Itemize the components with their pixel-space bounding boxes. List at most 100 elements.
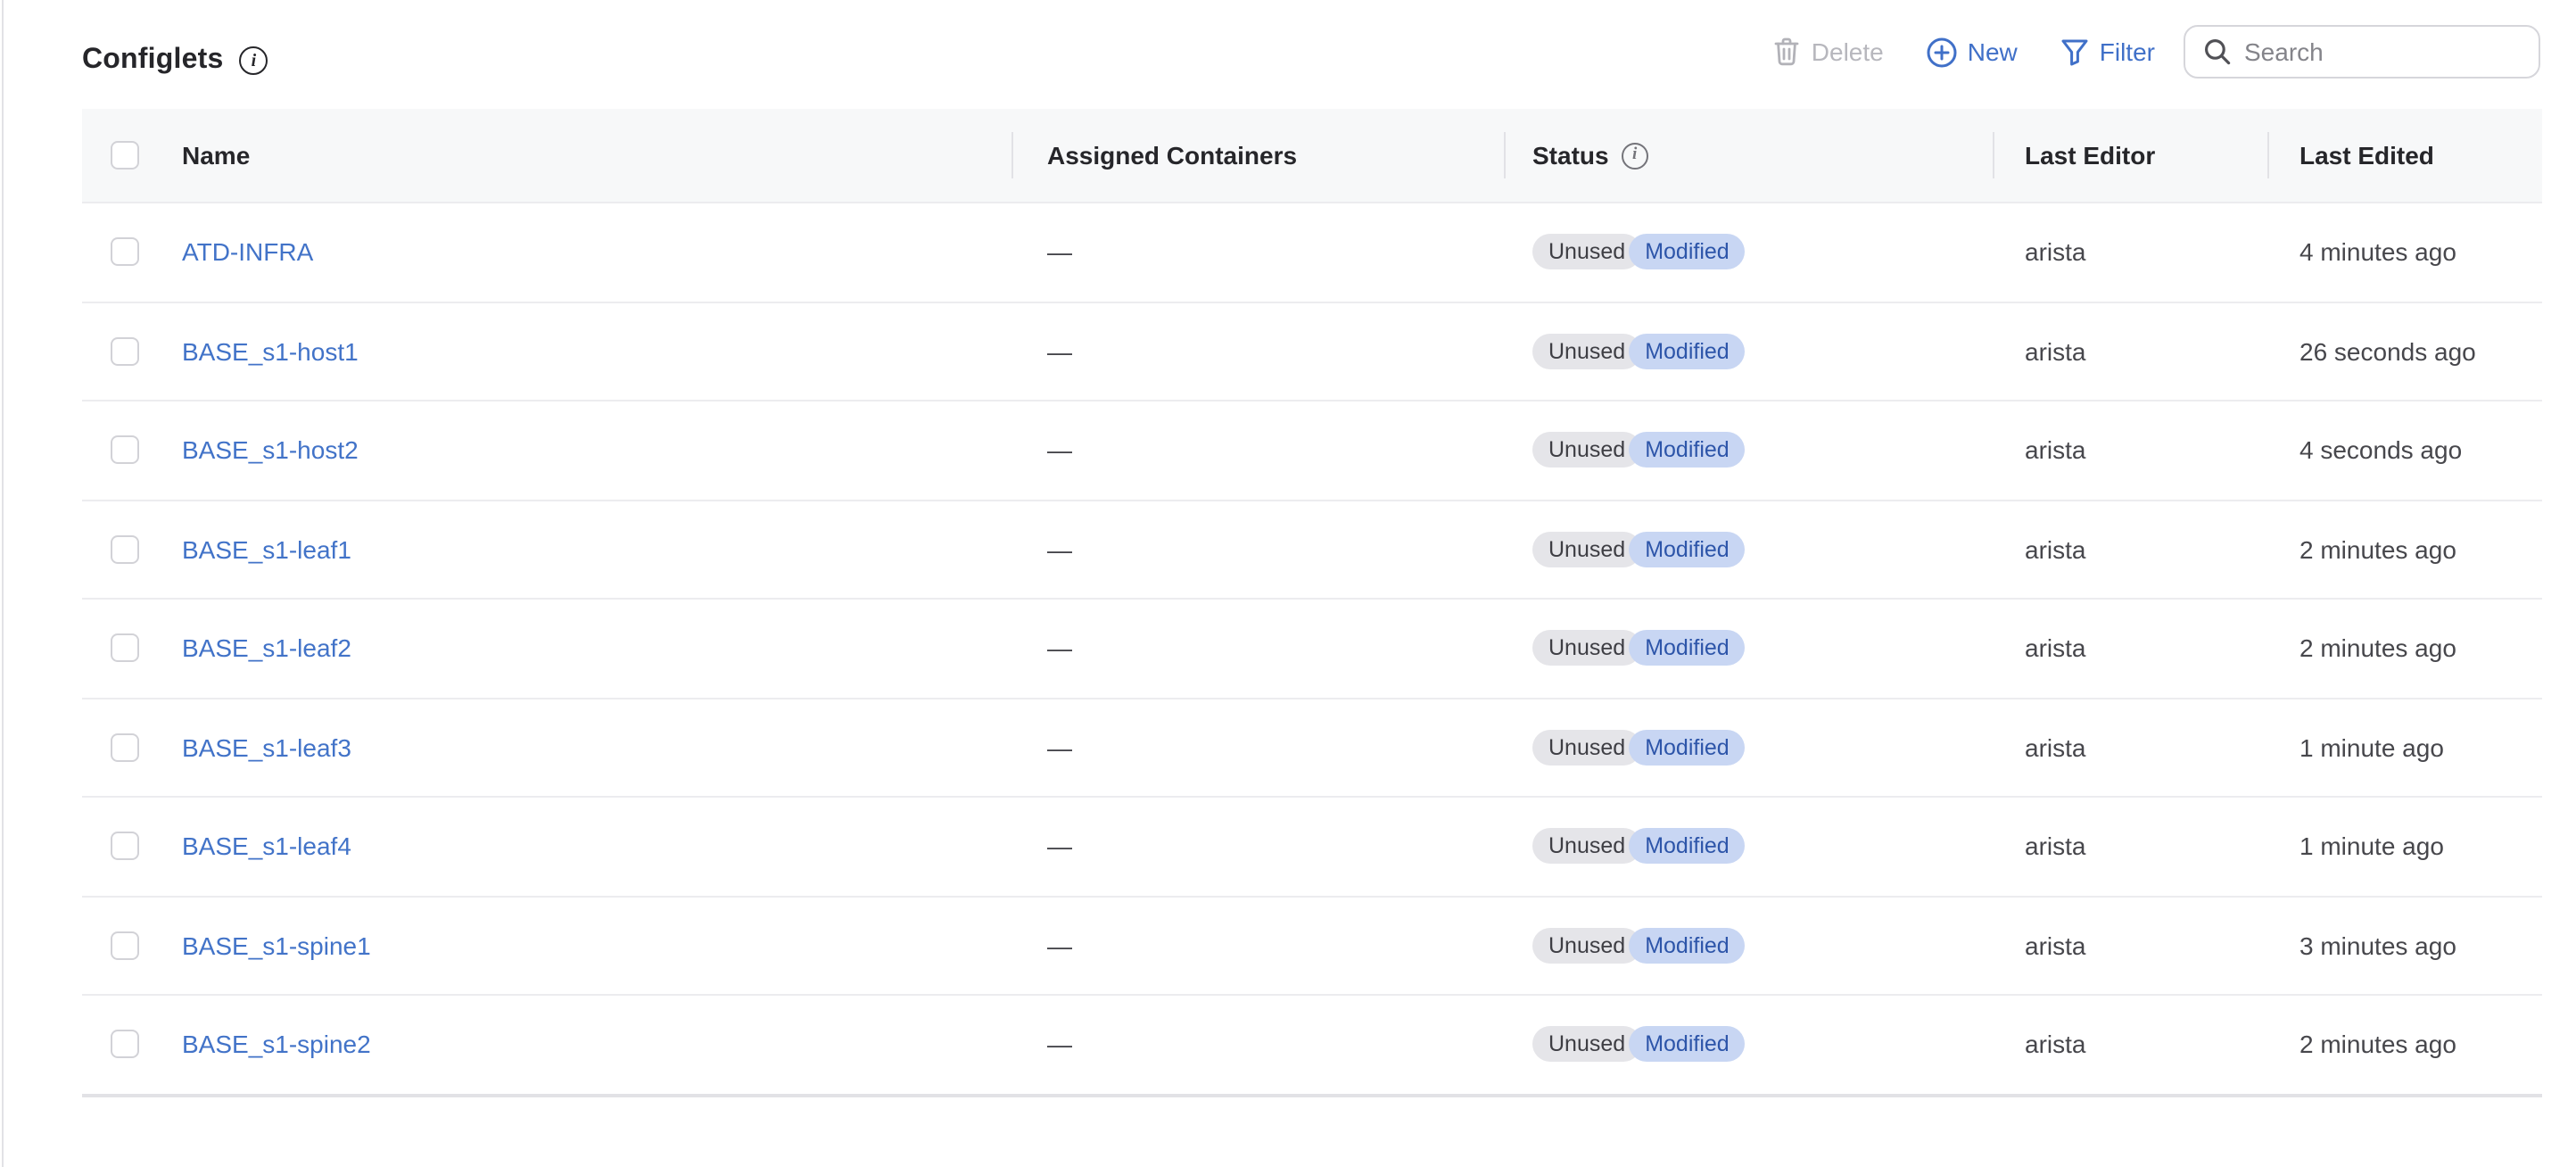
- last-edited-cell: 2 minutes ago: [2267, 1030, 2542, 1059]
- assigned-containers-cell: —: [1011, 436, 1504, 465]
- column-header-status[interactable]: Status i: [1504, 141, 1993, 170]
- assigned-containers-cell: —: [1011, 1030, 1504, 1059]
- trash-icon: [1774, 37, 1801, 66]
- status-cell: Unused Modified: [1504, 334, 1993, 369]
- row-checkbox[interactable]: [111, 337, 139, 366]
- configlets-table: Name Assigned Containers Status i Last E…: [82, 109, 2542, 1097]
- pane-divider: [2, 0, 4, 1167]
- last-editor-cell: arista: [1993, 337, 2267, 366]
- row-checkbox[interactable]: [111, 832, 139, 861]
- status-badge-modified: Modified: [1629, 928, 1746, 964]
- table-row: BASE_s1-leaf3 — Unused Modified arista 1…: [82, 697, 2542, 796]
- status-cell: Unused Modified: [1504, 1027, 1993, 1063]
- titlebar: Configlets i: [82, 43, 268, 79]
- status-cell: Unused Modified: [1504, 532, 1993, 567]
- column-header-last-editor[interactable]: Last Editor: [1993, 141, 2267, 170]
- status-badge-modified: Modified: [1629, 1027, 1746, 1063]
- status-badge-unused: Unused: [1532, 1027, 1641, 1063]
- status-badge-modified: Modified: [1629, 730, 1746, 766]
- row-checkbox[interactable]: [111, 634, 139, 663]
- filter-funnel-icon: [2060, 37, 2089, 66]
- status-cell: Unused Modified: [1504, 928, 1993, 964]
- status-badge-unused: Unused: [1532, 334, 1641, 369]
- table-row: BASE_s1-leaf4 — Unused Modified arista 1…: [82, 796, 2542, 895]
- last-editor-cell: arista: [1993, 238, 2267, 267]
- row-checkbox[interactable]: [111, 1030, 139, 1059]
- assigned-containers-cell: —: [1011, 634, 1504, 663]
- column-header-name[interactable]: Name: [161, 141, 1011, 170]
- header-divider: [1504, 132, 1506, 178]
- configlet-name-link[interactable]: BASE_s1-spine2: [182, 1030, 371, 1059]
- configlet-name-link[interactable]: BASE_s1-leaf4: [182, 832, 351, 861]
- status-cell: Unused Modified: [1504, 433, 1993, 468]
- last-edited-cell: 1 minute ago: [2267, 733, 2542, 762]
- row-checkbox[interactable]: [111, 238, 139, 267]
- last-edited-cell: 2 minutes ago: [2267, 634, 2542, 663]
- last-editor-cell: arista: [1993, 1030, 2267, 1059]
- new-label: New: [1968, 37, 2018, 66]
- row-checkbox[interactable]: [111, 436, 139, 465]
- assigned-containers-cell: —: [1011, 337, 1504, 366]
- last-edited-cell: 4 seconds ago: [2267, 436, 2542, 465]
- status-badge-modified: Modified: [1629, 433, 1746, 468]
- configlet-name-link[interactable]: BASE_s1-leaf3: [182, 733, 351, 762]
- configlet-name-link[interactable]: BASE_s1-leaf1: [182, 535, 351, 564]
- last-editor-cell: arista: [1993, 535, 2267, 564]
- column-header-assigned-containers[interactable]: Assigned Containers: [1011, 141, 1504, 170]
- search-box[interactable]: [2184, 25, 2540, 79]
- search-input[interactable]: [2244, 37, 2521, 66]
- status-badge-unused: Unused: [1532, 433, 1641, 468]
- last-editor-cell: arista: [1993, 733, 2267, 762]
- status-badge-unused: Unused: [1532, 532, 1641, 567]
- last-editor-cell: arista: [1993, 436, 2267, 465]
- assigned-containers-cell: —: [1011, 832, 1504, 861]
- configlet-name-link[interactable]: BASE_s1-spine1: [182, 931, 371, 960]
- status-info-icon[interactable]: i: [1622, 142, 1648, 169]
- status-badge-unused: Unused: [1532, 631, 1641, 666]
- status-badge-modified: Modified: [1629, 334, 1746, 369]
- table-row: ATD-INFRA — Unused Modified arista 4 min…: [82, 202, 2542, 301]
- configlet-name-link[interactable]: BASE_s1-host2: [182, 436, 359, 465]
- row-checkbox[interactable]: [111, 733, 139, 762]
- filter-button[interactable]: Filter: [2060, 37, 2155, 66]
- configlet-name-link[interactable]: BASE_s1-leaf2: [182, 634, 351, 663]
- search-icon: [2203, 37, 2232, 66]
- configlet-name-link[interactable]: BASE_s1-host1: [182, 337, 359, 366]
- last-editor-cell: arista: [1993, 931, 2267, 960]
- last-edited-cell: 26 seconds ago: [2267, 337, 2542, 366]
- status-badge-modified: Modified: [1629, 829, 1746, 865]
- toolbar: Delete New Filter: [1774, 23, 2540, 80]
- configlet-name-link[interactable]: ATD-INFRA: [182, 238, 313, 267]
- table-row: BASE_s1-host1 — Unused Modified arista 2…: [82, 301, 2542, 400]
- assigned-containers-cell: —: [1011, 535, 1504, 564]
- configlets-info-icon[interactable]: i: [239, 46, 268, 75]
- configlets-page: Configlets i Delete New: [0, 0, 2576, 1167]
- status-badge-unused: Unused: [1532, 730, 1641, 766]
- last-edited-cell: 2 minutes ago: [2267, 535, 2542, 564]
- new-button[interactable]: New: [1927, 37, 2018, 67]
- delete-button[interactable]: Delete: [1774, 37, 1884, 66]
- select-all-checkbox[interactable]: [111, 141, 139, 170]
- table-row: BASE_s1-spine2 — Unused Modified arista …: [82, 994, 2542, 1093]
- last-edited-cell: 4 minutes ago: [2267, 238, 2542, 267]
- last-edited-cell: 3 minutes ago: [2267, 931, 2542, 960]
- status-badge-unused: Unused: [1532, 235, 1641, 270]
- plus-circle-icon: [1927, 37, 1957, 67]
- table-row: BASE_s1-spine1 — Unused Modified arista …: [82, 895, 2542, 994]
- row-checkbox[interactable]: [111, 931, 139, 960]
- page-title: Configlets: [82, 45, 223, 77]
- status-cell: Unused Modified: [1504, 829, 1993, 865]
- column-header-last-edited[interactable]: Last Edited: [2267, 141, 2542, 170]
- header-divider: [2267, 132, 2269, 178]
- last-editor-cell: arista: [1993, 634, 2267, 663]
- last-edited-cell: 1 minute ago: [2267, 832, 2542, 861]
- table-row: BASE_s1-host2 — Unused Modified arista 4…: [82, 400, 2542, 499]
- delete-label: Delete: [1812, 37, 1884, 66]
- status-cell: Unused Modified: [1504, 631, 1993, 666]
- row-checkbox[interactable]: [111, 535, 139, 564]
- filter-label: Filter: [2100, 37, 2155, 66]
- status-cell: Unused Modified: [1504, 730, 1993, 766]
- status-badge-modified: Modified: [1629, 235, 1746, 270]
- last-editor-cell: arista: [1993, 832, 2267, 861]
- assigned-containers-cell: —: [1011, 733, 1504, 762]
